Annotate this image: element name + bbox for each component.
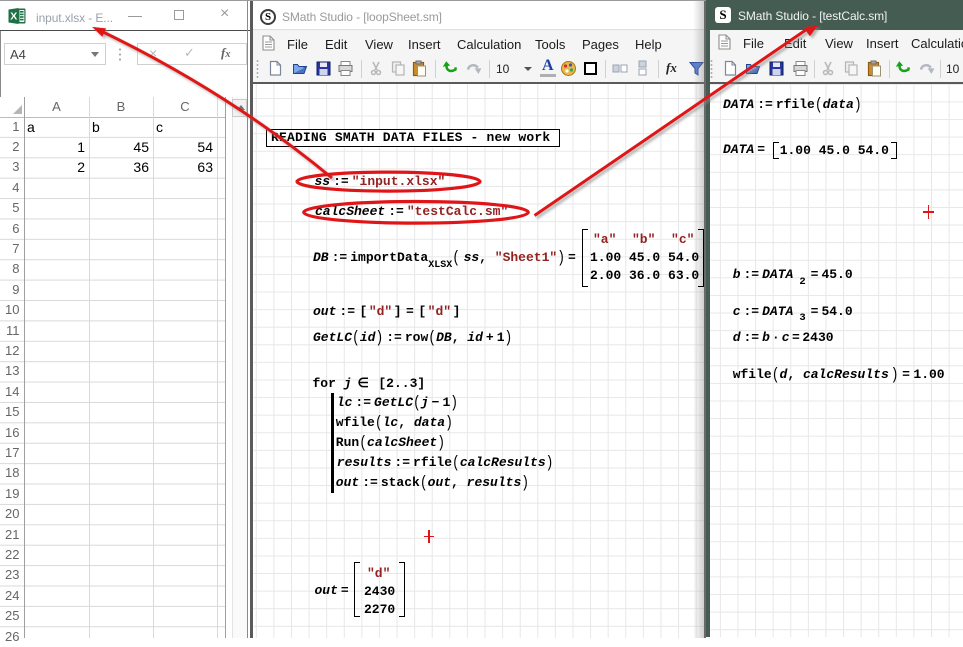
svg-text:X: X — [10, 11, 17, 23]
